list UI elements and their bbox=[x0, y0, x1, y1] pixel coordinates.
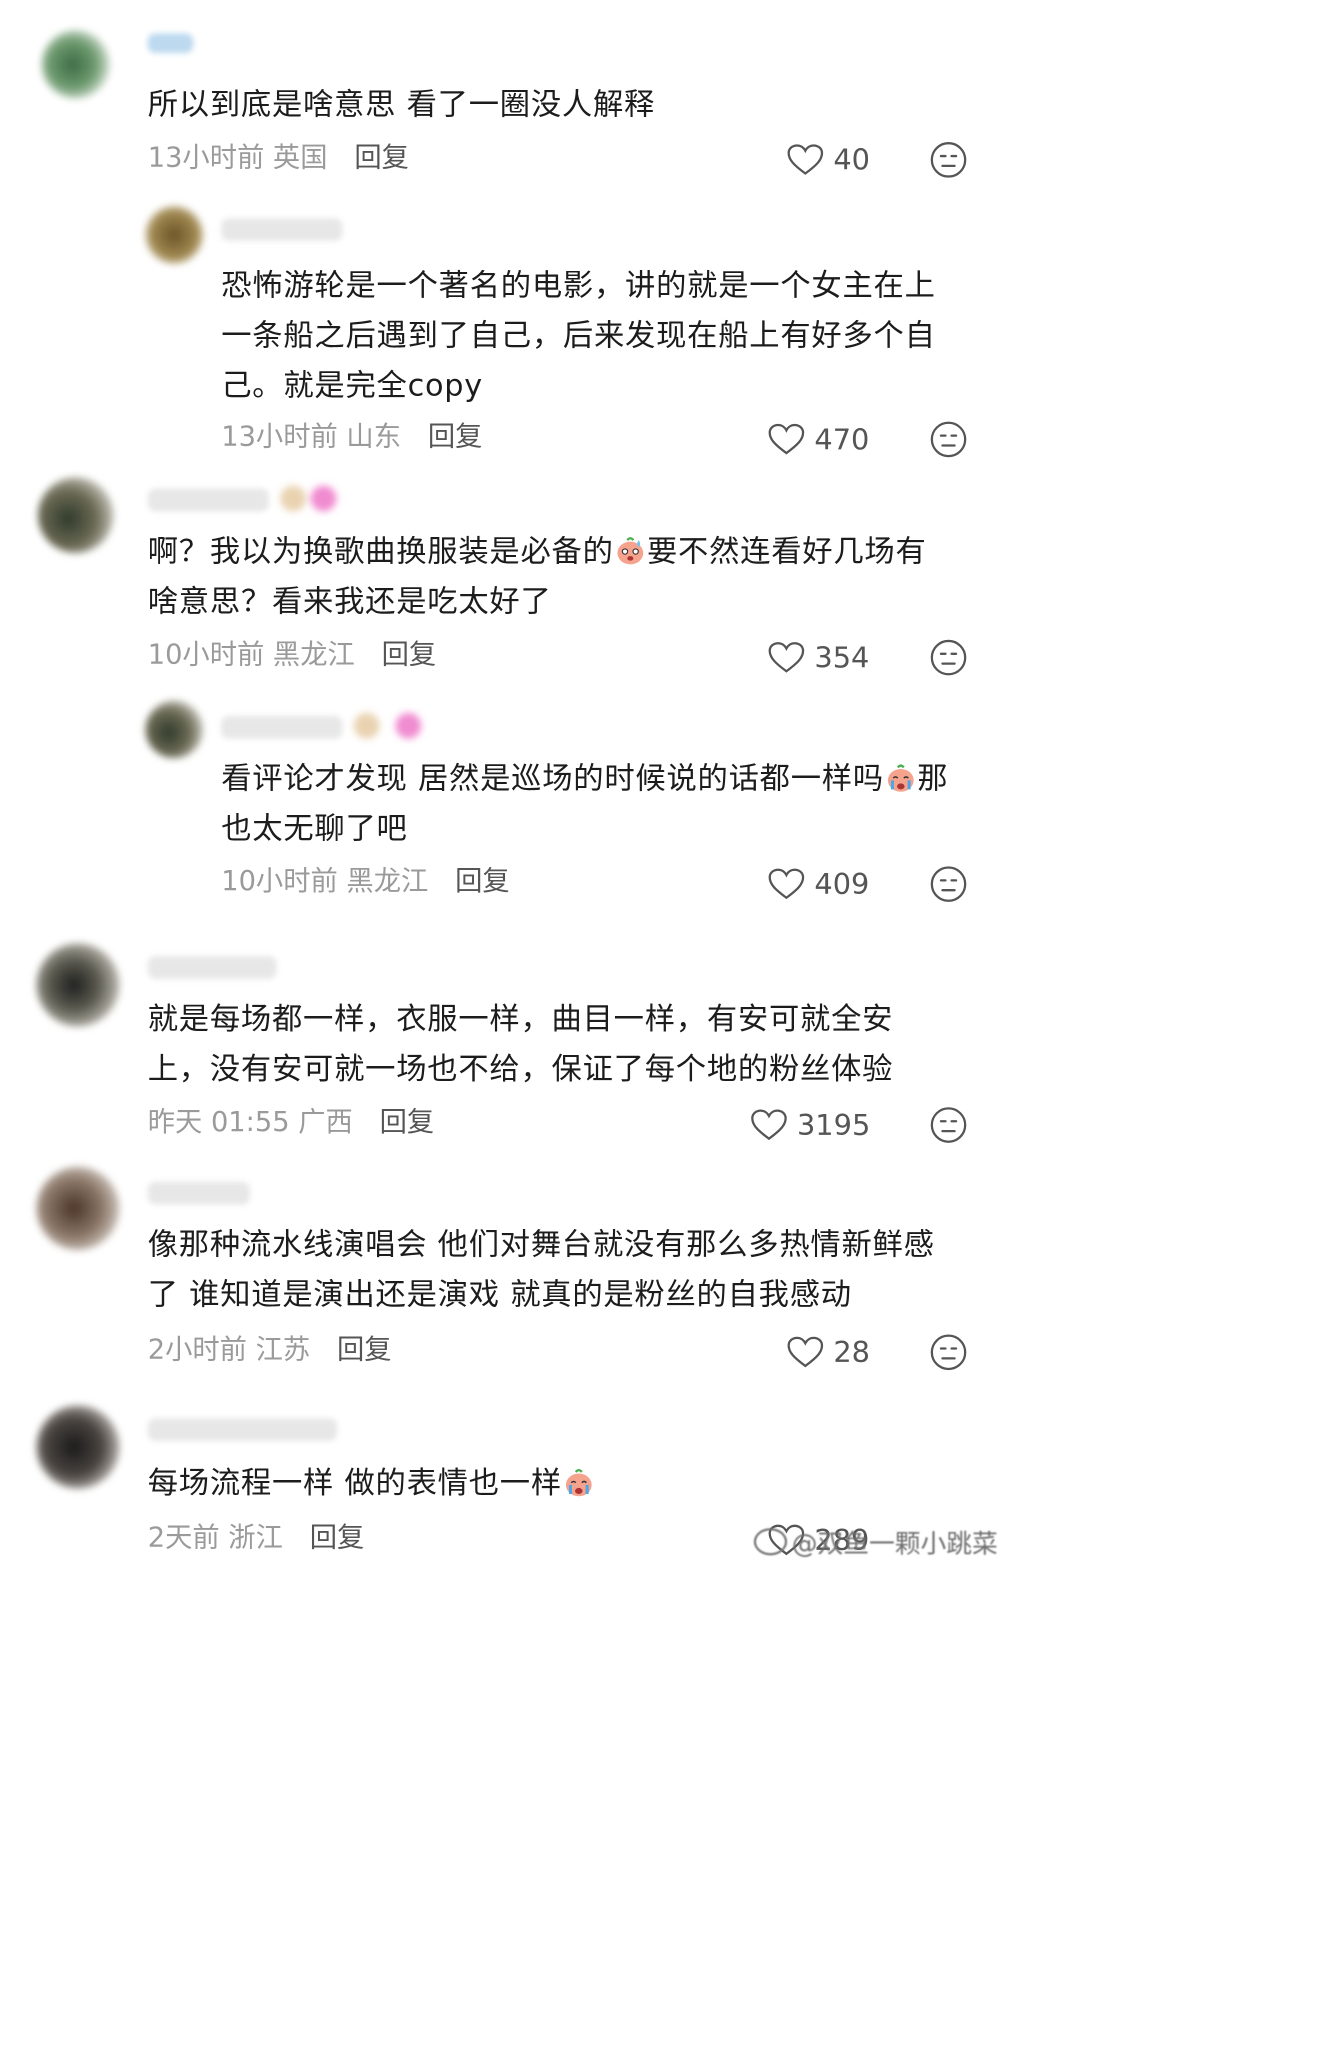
avatar[interactable] bbox=[41, 30, 110, 99]
username[interactable] bbox=[147, 956, 277, 979]
weibo-logo-icon bbox=[753, 1528, 788, 1556]
location: 黑龙江 bbox=[346, 865, 429, 897]
reply-button[interactable]: 回复 bbox=[428, 421, 483, 452]
reply-button[interactable]: 回复 bbox=[354, 142, 409, 173]
comment-line: 看评论才发现 居然是巡场的时候说的话都一样吗那 bbox=[221, 761, 949, 797]
comment-line: 就是每场都一样，衣服一样，曲目一样，有安可就全安 bbox=[147, 1001, 894, 1037]
like-button[interactable]: 470 bbox=[767, 420, 869, 458]
comment-meta: 10小时前 黑龙江 回复 bbox=[221, 865, 509, 898]
like-button[interactable]: 40 bbox=[786, 141, 870, 179]
comment-meta: 2小时前 江苏 回复 bbox=[148, 1333, 392, 1366]
heart-outline-icon bbox=[751, 1109, 787, 1141]
comment-text: 啊？我以为换歌曲换服装是必备的 要不然连看好几场有 啥意思？看来我还是吃太好了 bbox=[148, 527, 927, 627]
comment-line: 一条船之后遇到了自己，后来发现在船上有好多个自 bbox=[221, 318, 936, 354]
avatar[interactable] bbox=[36, 1166, 120, 1251]
comment-text: 每场流程一样 做的表情也一样 bbox=[148, 1458, 596, 1508]
reply-button[interactable]: 回复 bbox=[455, 866, 510, 897]
reply-button[interactable]: 回复 bbox=[310, 1522, 365, 1553]
username-sticker bbox=[310, 485, 337, 512]
location: 黑龙江 bbox=[272, 639, 355, 671]
username[interactable] bbox=[147, 1181, 251, 1205]
username[interactable] bbox=[147, 485, 337, 512]
username[interactable] bbox=[147, 1418, 338, 1441]
like-count: 40 bbox=[833, 143, 870, 177]
like-count: 28 bbox=[833, 1335, 870, 1369]
timestamp: 13小时前 bbox=[147, 142, 265, 174]
heart-outline-icon bbox=[787, 144, 824, 175]
comment-line: 像那种流水线演唱会 他们对舞台就没有那么多热情新鲜感 bbox=[147, 1227, 935, 1263]
comment-thread: 所以到底是啥意思 看了一圈没人解释 13小时前 英国 回复 40 恐怖游轮是一个… bbox=[0, 0, 1000, 1560]
comment-meta: 2天前 浙江 回复 bbox=[148, 1521, 365, 1554]
watermark: @双鱼一颗小跳菜 bbox=[753, 1523, 998, 1560]
comment-text: 看评论才发现 居然是巡场的时候说的话都一样吗那 也太无聊了吧 bbox=[221, 754, 948, 854]
comment-line: 也太无聊了吧 bbox=[221, 811, 408, 847]
timestamp: 13小时前 bbox=[221, 421, 338, 453]
neutral-face-icon[interactable] bbox=[930, 420, 968, 458]
like-button[interactable]: 3195 bbox=[750, 1106, 870, 1144]
username-sticker bbox=[395, 712, 422, 739]
comment-line: 己。就是完全copy bbox=[221, 368, 483, 404]
neutral-face-icon[interactable] bbox=[930, 1333, 968, 1371]
username[interactable] bbox=[221, 218, 343, 241]
comment-meta: 10小时前 黑龙江 回复 bbox=[148, 639, 436, 672]
like-button[interactable]: 409 bbox=[767, 865, 869, 903]
timestamp: 10小时前 bbox=[221, 865, 338, 897]
timestamp: 10小时前 bbox=[147, 639, 265, 671]
avatar[interactable] bbox=[37, 477, 114, 554]
heart-outline-icon bbox=[787, 1336, 824, 1368]
location: 山东 bbox=[346, 421, 401, 453]
avatar[interactable] bbox=[36, 943, 120, 1027]
username[interactable] bbox=[147, 33, 194, 54]
crying-face-emoji bbox=[565, 1469, 592, 1497]
like-count: 470 bbox=[814, 422, 870, 457]
comment-line: 啊？我以为换歌曲换服装是必备的 要不然连看好几场有 bbox=[147, 534, 927, 569]
username-sticker bbox=[353, 712, 380, 739]
crying-face-emoji bbox=[887, 764, 914, 792]
location: 浙江 bbox=[228, 1522, 283, 1554]
comment-meta: 13小时前 山东 回复 bbox=[221, 420, 482, 453]
neutral-face-icon[interactable] bbox=[930, 141, 968, 179]
like-count: 409 bbox=[814, 867, 870, 901]
reply-button[interactable]: 回复 bbox=[380, 1107, 435, 1138]
comment-line: 啥意思？看来我还是吃太好了 bbox=[147, 584, 552, 619]
heart-outline-icon bbox=[768, 423, 805, 455]
comment-line: 每场流程一样 做的表情也一样 bbox=[148, 1458, 596, 1508]
username[interactable] bbox=[221, 712, 422, 739]
like-count: 354 bbox=[814, 640, 870, 675]
comment-line: 恐怖游轮是一个著名的电影，讲的就是一个女主在上 bbox=[221, 268, 936, 304]
avatar[interactable] bbox=[36, 1405, 120, 1489]
reply-button[interactable]: 回复 bbox=[337, 1334, 392, 1365]
location: 广西 bbox=[298, 1106, 353, 1138]
comment-meta: 昨天 01:55 广西 回复 bbox=[148, 1106, 434, 1139]
avatar[interactable] bbox=[145, 700, 204, 759]
comment-text: 像那种流水线演唱会 他们对舞台就没有那么多热情新鲜感 了 谁知道是演出还是演戏 … bbox=[148, 1220, 935, 1320]
neutral-face-icon[interactable] bbox=[930, 865, 968, 903]
like-count: 3195 bbox=[796, 1108, 871, 1142]
comment-text: 就是每场都一样，衣服一样，曲目一样，有安可就全安 上，没有安可就一场也不给，保证… bbox=[148, 994, 893, 1094]
comment-line: 上，没有安可就一场也不给，保证了每个地的粉丝体验 bbox=[147, 1051, 894, 1087]
comment-line: 了 谁知道是演出还是演戏 就真的是粉丝的自我感动 bbox=[147, 1277, 852, 1313]
reply-button[interactable]: 回复 bbox=[382, 639, 437, 670]
timestamp: 2天前 bbox=[147, 1522, 220, 1554]
neutral-face-icon[interactable] bbox=[930, 1106, 968, 1144]
comment-text: 恐怖游轮是一个著名的电影，讲的就是一个女主在上 一条船之后遇到了自己，后来发现在… bbox=[221, 261, 935, 411]
username-sticker bbox=[280, 485, 307, 512]
timestamp: 2小时前 bbox=[147, 1334, 247, 1366]
neutral-face-icon[interactable] bbox=[930, 639, 968, 677]
comment-line: 所以到底是啥意思 看了一圈没人解释 bbox=[147, 87, 656, 122]
like-button[interactable]: 28 bbox=[786, 1333, 870, 1371]
location: 英国 bbox=[272, 142, 328, 174]
like-button[interactable]: 354 bbox=[767, 639, 869, 677]
location: 江苏 bbox=[255, 1334, 311, 1366]
heart-outline-icon bbox=[768, 868, 805, 900]
comment-text: 所以到底是啥意思 看了一圈没人解释 bbox=[148, 80, 655, 130]
timestamp: 昨天 01:55 bbox=[147, 1106, 290, 1138]
comment-meta: 13小时前 英国 回复 bbox=[148, 142, 409, 175]
sweating-face-emoji bbox=[617, 537, 644, 565]
avatar[interactable] bbox=[145, 206, 204, 264]
heart-outline-icon bbox=[768, 642, 805, 673]
